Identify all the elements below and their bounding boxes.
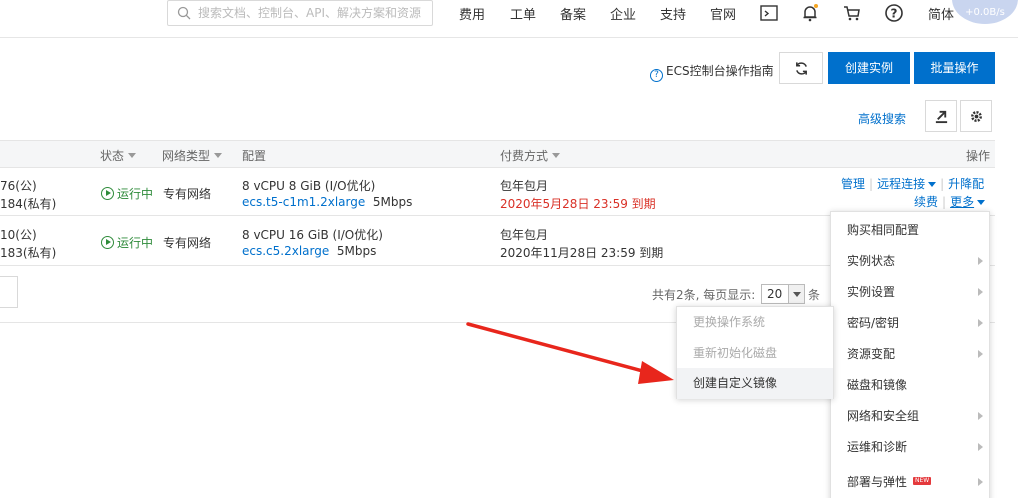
menu-item-buy-same[interactable]: 购买相同配置 xyxy=(831,215,989,246)
menu-item-disk-image[interactable]: 磁盘和镜像 xyxy=(831,370,989,401)
network-type: 专有网络 xyxy=(163,187,212,201)
chevron-down-icon xyxy=(788,285,804,303)
bulk-action-button[interactable] xyxy=(0,276,18,308)
bandwidth: 5Mbps xyxy=(372,195,413,209)
chevron-right-icon xyxy=(978,257,983,265)
nav-enterprise[interactable]: 企业 xyxy=(610,4,636,23)
disk-image-submenu: 更换操作系统 重新初始化磁盘 创建自定义镜像 xyxy=(676,306,834,399)
gear-icon xyxy=(971,111,982,122)
bandwidth: 5Mbps xyxy=(336,244,377,258)
instance-spec: 8 vCPU 16 GiB (I/O优化) xyxy=(242,228,383,242)
menu-item-password-key[interactable]: 密码/密钥 xyxy=(831,308,989,339)
chevron-down-icon xyxy=(977,200,986,205)
top-navigation-bar xyxy=(0,0,1018,38)
global-search[interactable] xyxy=(167,0,433,26)
submenu-item-reinit-disk: 重新初始化磁盘 xyxy=(693,346,778,360)
cart-icon[interactable] xyxy=(842,3,862,23)
chevron-right-icon xyxy=(978,350,983,358)
header-network-type[interactable]: 网络类型 xyxy=(162,147,223,164)
upgrade-link[interactable]: 升降配 xyxy=(948,177,984,191)
more-link[interactable]: 更多 xyxy=(950,195,974,209)
table-header xyxy=(0,140,995,168)
row-actions-2: 续费 | 更多 xyxy=(914,193,986,210)
chevron-right-icon xyxy=(978,412,983,420)
menu-item-ops-diagnosis[interactable]: 运维和诊断 xyxy=(831,432,989,463)
chevron-right-icon xyxy=(978,443,983,451)
console-guide-link[interactable]: ? ECS控制台操作指南 xyxy=(650,62,774,82)
export-icon xyxy=(935,110,948,124)
nav-billing[interactable]: 费用 xyxy=(459,4,485,23)
page-size-select[interactable]: 20 xyxy=(761,284,805,304)
header-actions: 操作 xyxy=(966,149,991,163)
svg-text:?: ? xyxy=(891,7,898,21)
instance-spec: 8 vCPU 8 GiB (I/O优化) xyxy=(242,179,376,193)
console-guide-label: ECS控制台操作指南 xyxy=(666,64,774,78)
menu-item-instance-settings[interactable]: 实例设置 xyxy=(831,277,989,308)
page-size-value: 20 xyxy=(767,287,783,301)
renew-link[interactable]: 续费 xyxy=(914,195,938,209)
private-ip: 184(私有) xyxy=(0,197,57,211)
menu-item-resource-change[interactable]: 资源变配 xyxy=(831,339,989,370)
billing-method: 包年包月 xyxy=(500,228,549,242)
nav-support[interactable]: 支持 xyxy=(660,4,686,23)
instance-type-link[interactable]: ecs.t5-c1m1.2xlarge xyxy=(242,195,365,209)
header-status[interactable]: 状态 xyxy=(100,147,137,164)
private-ip: 183(私有) xyxy=(0,246,57,260)
menu-item-instance-status[interactable]: 实例状态 xyxy=(831,246,989,277)
instance-type-row: ecs.c5.2xlarge 5Mbps xyxy=(242,244,376,258)
red-arrow-annotation xyxy=(466,322,674,384)
chevron-right-icon xyxy=(978,319,983,327)
question-circle-icon: ? xyxy=(650,69,663,82)
settings-button[interactable] xyxy=(960,100,992,132)
row-actions: 管理 | 远程连接 | 升降配 xyxy=(841,177,985,191)
export-button[interactable] xyxy=(925,100,957,132)
public-ip: 76(公) xyxy=(0,179,37,193)
more-actions-menu: 购买相同配置 实例状态 实例设置 密码/密钥 资源变配 磁盘和镜像 网络和安全组… xyxy=(830,211,990,498)
instance-type-link[interactable]: ecs.c5.2xlarge xyxy=(242,244,329,258)
chevron-down-icon xyxy=(928,182,937,187)
header-config: 配置 xyxy=(242,149,267,163)
pagination-summary: 共有2条, 每页显示: xyxy=(652,288,756,302)
refresh-button[interactable] xyxy=(779,52,823,84)
new-badge: NEW xyxy=(913,477,932,485)
status-running: 运行中 xyxy=(101,234,153,251)
manage-link[interactable]: 管理 xyxy=(841,177,865,191)
chevron-right-icon xyxy=(978,478,983,486)
submenu-item-create-custom-image[interactable]: 创建自定义镜像 xyxy=(677,368,833,399)
advanced-search-link[interactable]: 高级搜索 xyxy=(858,110,906,127)
play-circle-icon xyxy=(101,236,114,249)
menu-item-network-security[interactable]: 网络和安全组 xyxy=(831,401,989,432)
remote-connect-link[interactable]: 远程连接 xyxy=(877,177,925,191)
billing-method: 包年包月 xyxy=(500,179,549,193)
create-instance-button[interactable]: 创建实例 xyxy=(828,52,910,84)
page-size-unit: 条 xyxy=(808,288,821,302)
terminal-icon[interactable] xyxy=(759,3,779,23)
menu-item-deploy-elastic[interactable]: 部署与弹性 NEW xyxy=(831,467,989,498)
notification-bell-icon[interactable] xyxy=(800,3,820,23)
instance-type-row: ecs.t5-c1m1.2xlarge 5Mbps xyxy=(242,195,412,209)
nav-tickets[interactable]: 工单 xyxy=(510,4,536,23)
chevron-right-icon xyxy=(978,288,983,296)
language-switch[interactable]: 简体 xyxy=(928,4,954,23)
submenu-item-replace-os: 更换操作系统 xyxy=(693,315,766,329)
refresh-icon xyxy=(796,62,807,75)
play-circle-icon xyxy=(101,187,114,200)
help-icon[interactable]: ? xyxy=(884,3,904,23)
network-type: 专有网络 xyxy=(163,236,212,250)
nav-official-site[interactable]: 官网 xyxy=(710,4,736,23)
batch-operation-button[interactable]: 批量操作 xyxy=(914,52,995,84)
status-running: 运行中 xyxy=(101,185,153,202)
search-icon xyxy=(177,6,191,20)
search-input[interactable] xyxy=(198,3,428,23)
expire-date: 2020年11月28日 23:59 到期 xyxy=(500,246,664,260)
expire-date: 2020年5月28日 23:59 到期 xyxy=(500,197,656,211)
public-ip: 10(公) xyxy=(0,228,37,242)
header-billing[interactable]: 付费方式 xyxy=(500,147,561,164)
nav-icp[interactable]: 备案 xyxy=(560,4,586,23)
